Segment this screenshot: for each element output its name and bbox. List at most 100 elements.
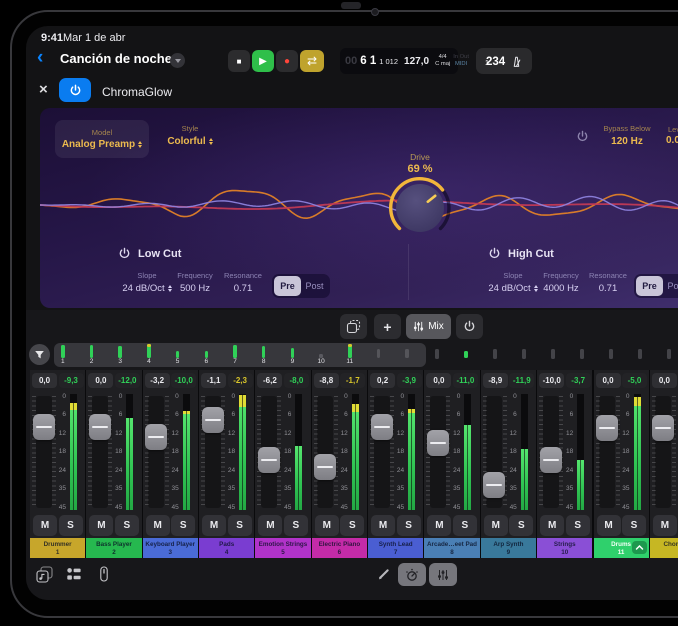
peak-level-badge[interactable]: -5,0 (622, 373, 647, 388)
stop-button[interactable]: ■ (228, 50, 250, 72)
style-selector[interactable]: Style Colorful (152, 124, 228, 147)
mute-button[interactable]: M (258, 515, 282, 536)
song-dropdown-icon[interactable] (170, 53, 185, 68)
low-cut-pre-post-toggle[interactable]: Pre Post (272, 274, 330, 298)
mute-button[interactable]: M (315, 515, 339, 536)
post-segment[interactable]: Post (663, 276, 678, 296)
mute-button[interactable]: M (33, 515, 57, 536)
overview-channel-number[interactable]: 7 (228, 358, 242, 365)
peak-level-badge[interactable]: -2,3 (228, 373, 253, 388)
track-name-cell[interactable]: Drummer 1 (30, 538, 85, 558)
mute-button[interactable]: M (427, 515, 451, 536)
overview-channel-number[interactable]: 1 (56, 358, 70, 365)
close-plugin-icon[interactable]: × (39, 81, 48, 98)
solo-button[interactable]: S (566, 515, 590, 536)
volume-badge[interactable]: -8,9 (483, 373, 508, 388)
edit-pencil-icon[interactable] (376, 566, 391, 586)
fader-handle[interactable] (89, 414, 111, 440)
fader-handle[interactable] (483, 472, 505, 498)
mute-button[interactable]: M (597, 515, 621, 536)
fader-handle[interactable] (427, 430, 449, 456)
pre-segment[interactable]: Pre (636, 276, 663, 296)
record-button[interactable]: ● (276, 50, 298, 72)
fader-track[interactable] (317, 396, 333, 508)
bypass-power-icon[interactable] (576, 130, 589, 148)
fader-handle[interactable] (202, 407, 224, 433)
fader-handle[interactable] (596, 415, 618, 441)
overview-channel-number[interactable]: 8 (257, 358, 271, 365)
channel-overview-strip[interactable]: 1234567891011 (54, 343, 426, 367)
track-name-cell[interactable]: Pads 4 (199, 538, 254, 558)
mute-button[interactable]: M (484, 515, 508, 536)
drive-knob[interactable] (382, 170, 458, 246)
fader-handle[interactable] (145, 424, 167, 450)
solo-button[interactable]: S (397, 515, 421, 536)
mute-button[interactable]: M (371, 515, 395, 536)
mute-button[interactable]: M (540, 515, 564, 536)
pre-segment[interactable]: Pre (274, 276, 301, 296)
low-cut-resonance[interactable]: Resonance0.71 (211, 271, 275, 294)
volume-badge[interactable]: 0,0 (88, 373, 113, 388)
high-cut-resonance[interactable]: Resonance0.71 (576, 271, 640, 294)
volume-badge[interactable]: 0,2 (370, 373, 395, 388)
solo-button[interactable]: S (284, 515, 308, 536)
volume-badge[interactable]: -10,0 (539, 373, 564, 388)
plugin-power-button[interactable] (59, 78, 91, 102)
fader-handle[interactable] (652, 415, 674, 441)
volume-badge[interactable]: -3,2 (145, 373, 170, 388)
fader-handle[interactable] (371, 414, 393, 440)
overview-channel-number[interactable]: 5 (171, 358, 185, 365)
model-selector[interactable]: Model Analog Preamp (55, 120, 149, 158)
track-name-cell[interactable]: Synth Lead 7 (368, 538, 423, 558)
track-name-cell[interactable]: Arp Synth 9 (481, 538, 536, 558)
solo-button[interactable]: S (453, 515, 477, 536)
tracks-view-button[interactable] (64, 564, 84, 584)
fader-handle[interactable] (258, 447, 280, 473)
fader-track[interactable] (655, 396, 671, 508)
duplicate-button[interactable] (340, 314, 367, 339)
fader-track[interactable] (599, 396, 615, 508)
track-name-cell[interactable]: Electric Piano 6 (312, 538, 367, 558)
solo-button[interactable]: S (115, 515, 139, 536)
fader-track[interactable] (374, 396, 390, 508)
high-cut-pre-post-toggle[interactable]: Pre Post (634, 274, 678, 298)
count-in-button[interactable]: 1234 (476, 48, 532, 74)
peak-level-badge[interactable]: -12,0 (115, 373, 140, 388)
peak-level-badge[interactable]: -11,9 (509, 373, 534, 388)
fader-view-button[interactable] (94, 564, 114, 584)
fader-track[interactable] (148, 396, 164, 508)
overview-channel-number[interactable]: 3 (113, 358, 127, 365)
fader-track[interactable] (36, 396, 52, 508)
mix-button[interactable]: Mix (406, 314, 451, 339)
overview-channel-number[interactable]: 10 (314, 358, 328, 365)
track-name-cell[interactable]: Bass Player 2 (86, 538, 141, 558)
overview-channel-number[interactable]: 11 (343, 358, 357, 365)
mute-button[interactable]: M (202, 515, 226, 536)
post-segment[interactable]: Post (301, 276, 328, 296)
filter-button[interactable] (29, 344, 50, 365)
high-cut-power-icon[interactable] (488, 247, 501, 265)
track-name-cell[interactable]: Keyboard Player 3 (143, 538, 198, 558)
controls-view-button[interactable] (398, 563, 426, 586)
track-name-cell[interactable]: Chorus V (650, 538, 678, 558)
overview-channel-number[interactable]: 9 (285, 358, 299, 365)
solo-button[interactable]: S (622, 515, 646, 536)
overview-channel-number[interactable]: 6 (199, 358, 213, 365)
overview-channel-number[interactable]: 4 (142, 358, 156, 365)
peak-level-badge[interactable]: -3,7 (566, 373, 591, 388)
mixer-power-button[interactable] (456, 314, 483, 339)
solo-button[interactable]: S (171, 515, 195, 536)
track-name-cell[interactable]: Drums 11 (594, 538, 649, 558)
volume-badge[interactable]: 0,0 (652, 373, 677, 388)
solo-button[interactable]: S (59, 515, 83, 536)
song-title[interactable]: Canción de noche (60, 51, 172, 66)
peak-level-badge[interactable]: -8,0 (284, 373, 309, 388)
fader-handle[interactable] (314, 454, 336, 480)
volume-badge[interactable]: 0,0 (596, 373, 621, 388)
peak-level-badge[interactable]: -1,7 (340, 373, 365, 388)
volume-badge[interactable]: 0,0 (32, 373, 57, 388)
mute-button[interactable]: M (146, 515, 170, 536)
mute-button[interactable]: M (89, 515, 113, 536)
play-button[interactable]: ▶ (252, 50, 274, 72)
fader-handle[interactable] (33, 414, 55, 440)
